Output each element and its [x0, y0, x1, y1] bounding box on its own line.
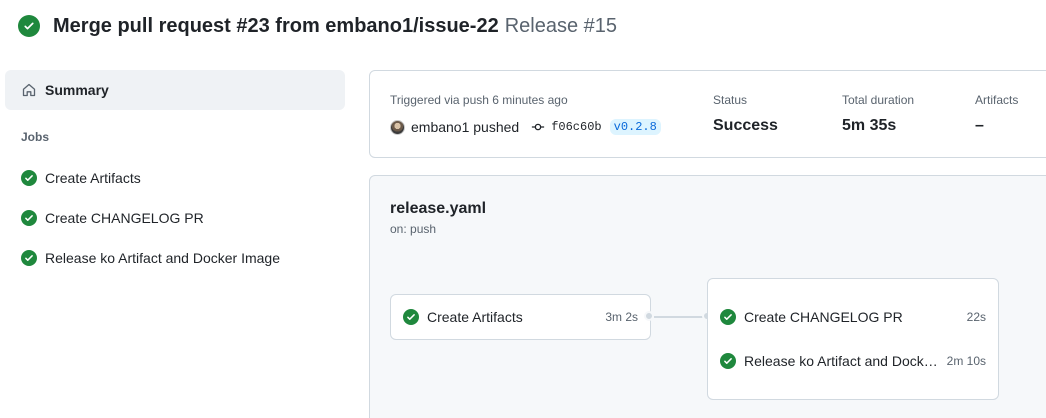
- graph-job-duration: 22s: [966, 310, 986, 324]
- graph-job-label: Create CHANGELOG PR: [744, 309, 903, 325]
- trigger-details: embano1 pushed f06c60b v0.2.8: [390, 118, 661, 136]
- job-label: Create CHANGELOG PR: [45, 210, 204, 226]
- tag-link[interactable]: v0.2.8: [609, 119, 661, 135]
- run-header: Merge pull request #23 from embano1/issu…: [18, 13, 617, 39]
- status-label: Status: [713, 93, 748, 107]
- graph-job-create-changelog-pr[interactable]: Create CHANGELOG PR 22s: [720, 307, 986, 327]
- check-circle-fill-icon: [403, 309, 419, 325]
- graph-job-label: Create Artifacts: [427, 309, 523, 325]
- artifacts-value: –: [975, 117, 984, 134]
- actor-link[interactable]: embano1 pushed: [411, 119, 519, 135]
- check-circle-fill-icon: [720, 309, 736, 325]
- graph-job-duration: 3m 2s: [605, 310, 638, 324]
- run-title: Merge pull request #23 from embano1/issu…: [53, 14, 499, 37]
- sidebar-job-create-artifacts[interactable]: Create Artifacts: [5, 163, 345, 193]
- graph-job-create-artifacts[interactable]: Create Artifacts 3m 2s: [403, 307, 638, 327]
- home-icon: [21, 82, 37, 98]
- graph-stage-1: Create Artifacts 3m 2s: [390, 294, 651, 340]
- job-label: Create Artifacts: [45, 170, 141, 186]
- artifacts-label: Artifacts: [975, 93, 1019, 107]
- connector-line: [654, 316, 704, 318]
- git-commit-icon: [531, 120, 545, 134]
- check-circle-fill-icon: [18, 15, 40, 37]
- check-circle-fill-icon: [21, 250, 37, 266]
- connector-dot: [644, 311, 654, 321]
- status-value: Success: [713, 117, 778, 134]
- trigger-label: Triggered via push 6 minutes ago: [390, 93, 568, 107]
- graph-job-release-ko[interactable]: Release ko Artifact and Docker Image 2m …: [720, 351, 986, 371]
- check-circle-fill-icon: [720, 353, 736, 369]
- sidebar-job-create-changelog-pr[interactable]: Create CHANGELOG PR: [5, 203, 345, 233]
- run-number: Release #15: [504, 14, 618, 37]
- sidebar-item-label: Summary: [45, 82, 109, 98]
- sidebar-job-release-ko[interactable]: Release ko Artifact and Docker Image: [5, 243, 345, 273]
- workflow-graph: release.yaml on: push Create Artifacts 3…: [369, 175, 1046, 418]
- check-circle-fill-icon: [21, 210, 37, 226]
- job-label: Release ko Artifact and Docker Image: [45, 250, 281, 266]
- commit-sha-link[interactable]: f06c60b: [551, 120, 601, 134]
- run-summary-card: Triggered via push 6 minutes ago embano1…: [369, 70, 1046, 158]
- sidebar-item-summary[interactable]: Summary: [5, 70, 345, 110]
- workflow-trigger: on: push: [390, 222, 437, 236]
- duration-label: Total duration: [842, 93, 915, 107]
- graph-job-duration: 2m 10s: [946, 354, 986, 368]
- workflow-file-name[interactable]: release.yaml: [390, 200, 486, 218]
- duration-value: 5m 35s: [842, 117, 897, 134]
- graph-stage-2: Create CHANGELOG PR 22s Release ko Artif…: [707, 278, 999, 400]
- jobs-heading: Jobs: [21, 130, 50, 144]
- check-circle-fill-icon: [21, 170, 37, 186]
- avatar[interactable]: [390, 119, 405, 135]
- graph-job-label: Release ko Artifact and Docker Image: [744, 353, 939, 369]
